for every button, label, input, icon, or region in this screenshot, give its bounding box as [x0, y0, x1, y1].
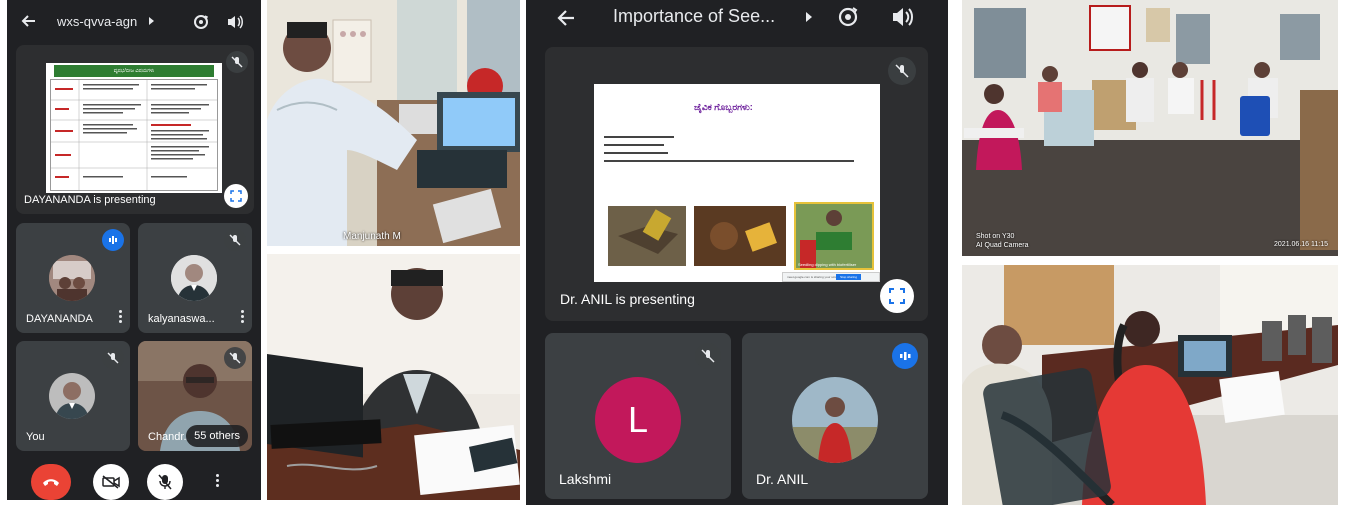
participant-tile[interactable]: Chandr... 55 others	[138, 341, 252, 451]
presentation-tile[interactable]: ವೃಷಭ/ಬೀಜ ವಿಷಯಗಳು DAYANANDA is presenting	[16, 45, 254, 214]
camera-watermark-line1: Shot on Y30	[976, 233, 1015, 240]
fullscreen-icon[interactable]	[880, 279, 914, 313]
mic-off-icon	[695, 343, 721, 369]
mic-off-icon	[224, 347, 246, 369]
stop-sharing-button[interactable]: Stop sharing	[836, 274, 861, 280]
back-arrow-icon[interactable]	[556, 8, 576, 28]
more-options-icon[interactable]	[119, 308, 123, 325]
speaker-icon[interactable]	[891, 6, 915, 28]
switch-camera-icon[interactable]	[836, 5, 860, 29]
meeting-title[interactable]: Importance of See...	[613, 6, 775, 27]
slide-photo-seedling: Seedling dipping with biofertiliser	[794, 202, 874, 270]
speaker-icon[interactable]	[226, 14, 244, 30]
screen-share-bar: meet.google.com is sharing your screen S…	[782, 272, 880, 282]
mic-off-icon	[888, 57, 916, 85]
switch-camera-icon[interactable]	[192, 13, 210, 31]
caret-right-icon[interactable]	[806, 12, 812, 22]
slide-photo-soil	[608, 206, 686, 266]
camera-off-button[interactable]	[93, 464, 129, 500]
participant-name: Lakshmi	[559, 471, 612, 487]
avatar-letter: L	[627, 399, 649, 440]
avatar	[792, 377, 878, 463]
back-arrow-icon[interactable]	[20, 13, 36, 29]
photo-woman-at-laptop	[962, 265, 1338, 505]
speaking-indicator-icon	[892, 343, 918, 369]
meeting-code[interactable]: wxs-qvva-agn	[57, 14, 137, 29]
participant-name: You	[26, 431, 45, 443]
presenter-label: Dr. ANIL is presenting	[560, 291, 695, 307]
slide-photo-caption: Seedling dipping with biofertiliser	[798, 262, 857, 267]
photo-timestamp: 2021.06.16 11:15	[1274, 241, 1328, 248]
participant-name: Dr. ANIL	[756, 471, 809, 487]
presentation-tile[interactable]: ಜೈವಿಕ ಗೊಬ್ಬರಗಳು: Seedling dipping with b…	[545, 47, 928, 321]
avatar-initial: L	[595, 377, 681, 463]
fullscreen-icon[interactable]	[224, 184, 248, 208]
participant-tile[interactable]: DAYANANDA	[16, 223, 130, 333]
presentation-slide: ವೃಷಭ/ಬೀಜ ವಿಷಯಗಳು	[46, 63, 222, 193]
speaking-indicator-icon	[102, 229, 124, 251]
photo-meeting-room: Shot on Y30 AI Quad Camera 2021.06.16 11…	[962, 0, 1338, 256]
more-options-icon[interactable]	[241, 308, 245, 325]
avatar	[171, 255, 217, 301]
more-options-icon[interactable]	[216, 472, 220, 489]
participant-name: kalyanaswa...	[148, 313, 215, 325]
slide-bullets	[604, 134, 864, 177]
mic-off-icon	[224, 229, 246, 251]
photo-man-at-laptop: Manjunath M	[267, 0, 520, 246]
camera-watermark-line2: AI Quad Camera	[976, 242, 1029, 249]
mic-off-icon	[102, 347, 124, 369]
presentation-slide: ಜೈವಿಕ ಗೊಬ್ಬರಗಳು: Seedling dipping with b…	[594, 84, 880, 282]
photo-man-with-laptop	[267, 254, 520, 500]
left-meet-window: wxs-qvva-agn ವೃಷಭ/ಬೀಜ ವಿಷಯಗಳು DAYANANDA …	[7, 0, 261, 500]
avatar	[49, 373, 95, 419]
mic-off-button[interactable]	[147, 464, 183, 500]
avatar	[49, 255, 95, 301]
caret-right-icon[interactable]	[149, 17, 154, 25]
photo-caption: Manjunath M	[343, 231, 401, 242]
slide-title: ಜೈವಿಕ ಗೊಬ್ಬರಗಳು:	[694, 102, 753, 112]
presenter-label: DAYANANDA is presenting	[24, 194, 156, 206]
self-view-tile[interactable]: You	[16, 341, 130, 451]
participant-tile[interactable]: L Lakshmi	[545, 333, 731, 499]
participant-name: DAYANANDA	[26, 313, 93, 325]
screen-share-text: meet.google.com is sharing your screen	[787, 275, 841, 279]
slide-photo-compost	[694, 206, 786, 266]
participant-tile[interactable]: kalyanaswa...	[138, 223, 252, 333]
slide-table	[50, 79, 218, 191]
participant-tile[interactable]: Dr. ANIL	[742, 333, 928, 499]
right-meet-window: Importance of See... ಜೈವಿಕ ಗೊಬ್ಬರಗಳು: Se…	[526, 0, 948, 505]
mic-off-icon	[226, 51, 248, 73]
slide-title-bar: ವೃಷಭ/ಬೀಜ ವಿಷಯಗಳು	[54, 65, 214, 77]
others-count-badge[interactable]: 55 others	[186, 425, 248, 447]
hang-up-button[interactable]	[31, 464, 71, 500]
